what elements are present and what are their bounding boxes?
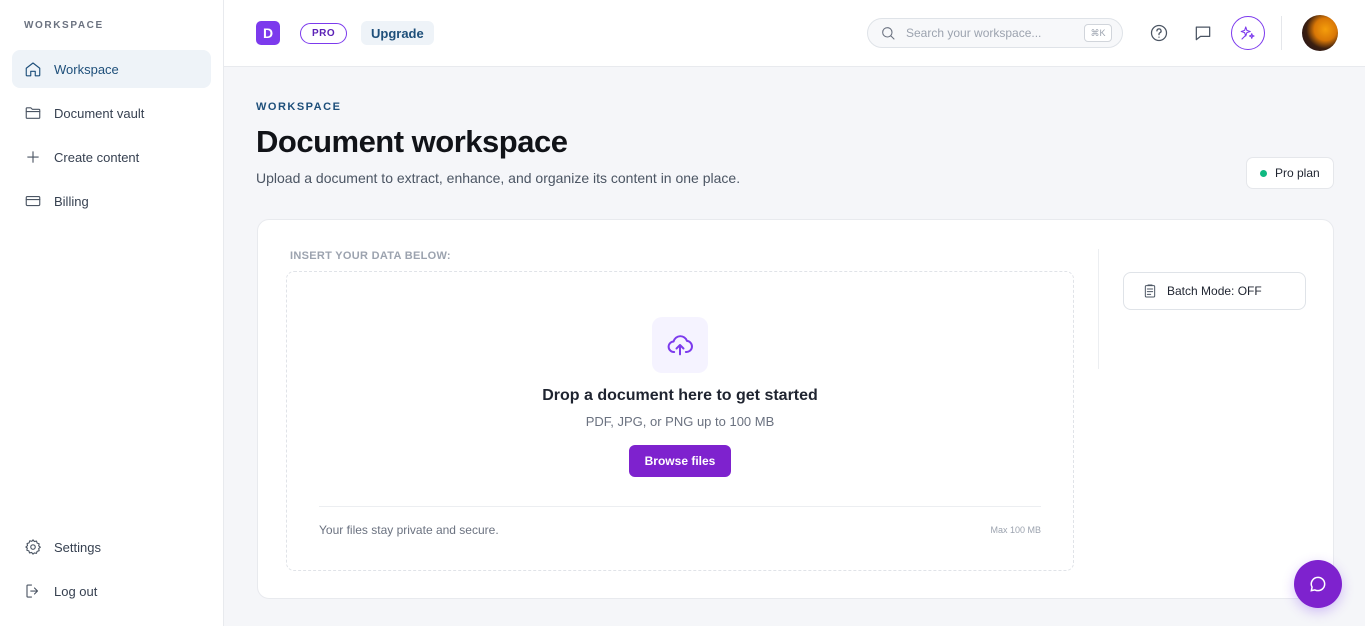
sidebar-item-label: Log out <box>54 583 98 599</box>
drop-title: Drop a document here to get started <box>542 387 818 404</box>
upgrade-button[interactable]: Upgrade <box>361 21 434 45</box>
folder-icon <box>24 104 42 122</box>
search-icon <box>882 27 895 40</box>
plan-status-badge: Pro plan <box>1246 157 1334 189</box>
insert-data-label: INSERT YOUR DATA BELOW: <box>290 250 451 262</box>
plus-icon <box>24 148 42 166</box>
sidebar-item-document-vault[interactable]: Document vault <box>12 94 211 132</box>
file-dropzone[interactable]: Drop a document here to get started PDF,… <box>286 271 1074 571</box>
max-size-note: Max 100 MB <box>990 525 1041 535</box>
clipboard-icon <box>1144 284 1156 298</box>
page-subtitle: Upload a document to extract, enhance, a… <box>256 170 741 186</box>
sparkle-icon <box>1240 26 1255 40</box>
logout-icon <box>24 582 42 600</box>
search-input[interactable]: Search your workspace... ⌘K <box>867 18 1123 48</box>
sidebar-item-label: Billing <box>54 193 89 209</box>
pro-badge: PRO <box>300 23 348 44</box>
card-divider <box>1098 249 1099 369</box>
sidebar-item-settings[interactable]: Settings <box>12 528 211 566</box>
browse-files-button[interactable]: Browse files <box>629 445 731 477</box>
app-logo[interactable]: D <box>256 21 280 45</box>
plan-label: Pro plan <box>1275 166 1320 180</box>
search-shortcut-hint: ⌘K <box>1084 24 1112 42</box>
top-header: D PRO Upgrade Search your workspace... ⌘… <box>224 0 1365 67</box>
search-placeholder: Search your workspace... <box>906 26 1042 40</box>
status-dot-icon <box>1260 169 1267 177</box>
header-divider <box>1281 16 1282 50</box>
dropzone-divider <box>319 506 1041 507</box>
batch-mode-label: Batch Mode: OFF <box>1167 284 1262 298</box>
sidebar-item-label: Create content <box>54 149 140 165</box>
chat-bubble-icon <box>1310 576 1326 592</box>
sidebar-item-create-content[interactable]: Create content <box>12 138 211 176</box>
messages-icon[interactable] <box>1191 21 1215 45</box>
cloud-upload-icon <box>652 317 708 373</box>
sidebar-item-workspace[interactable]: Workspace <box>12 50 211 88</box>
home-icon <box>24 60 42 78</box>
chat-support-button[interactable] <box>1294 560 1342 608</box>
gear-icon <box>24 538 42 556</box>
batch-mode-toggle[interactable]: Batch Mode: OFF <box>1123 272 1306 310</box>
sidebar: WORKSPACE Workspace Document vault Creat… <box>0 0 224 626</box>
ai-sparkle-button[interactable] <box>1231 16 1265 50</box>
sidebar-item-label: Document vault <box>54 105 145 121</box>
help-icon[interactable] <box>1147 21 1171 45</box>
upload-card: INSERT YOUR DATA BELOW: Drop a document … <box>257 219 1334 599</box>
sidebar-item-label: Settings <box>54 539 101 555</box>
sidebar-item-logout[interactable]: Log out <box>12 572 211 610</box>
sidebar-item-label: Workspace <box>54 61 119 77</box>
sidebar-item-billing[interactable]: Billing <box>12 182 211 220</box>
privacy-note: Your files stay private and secure. <box>319 523 499 537</box>
page-eyebrow: WORKSPACE <box>256 101 342 113</box>
page-title: Document workspace <box>256 124 568 159</box>
sidebar-section-label: WORKSPACE <box>24 20 104 31</box>
avatar[interactable] <box>1302 15 1338 51</box>
drop-file-types: PDF, JPG, or PNG up to 100 MB <box>585 414 775 429</box>
credit-card-icon <box>24 192 42 210</box>
